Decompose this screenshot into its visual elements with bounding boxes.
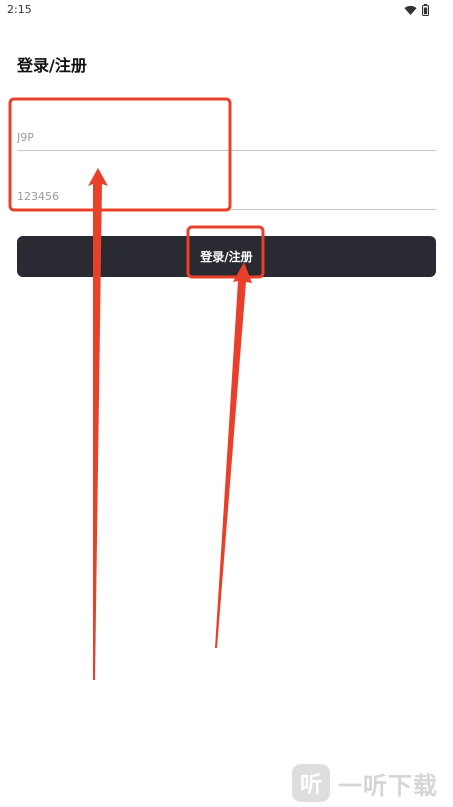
arrow-to-button <box>215 262 252 648</box>
watermark-logo: 听 <box>292 764 330 802</box>
login-register-button[interactable]: 登录/注册 <box>17 236 436 277</box>
password-input[interactable] <box>17 183 436 210</box>
page-title: 登录/注册 <box>17 56 87 75</box>
account-input[interactable] <box>17 124 436 151</box>
status-bar: 2:15 <box>0 0 453 22</box>
status-icons <box>404 4 429 16</box>
wifi-icon <box>404 5 417 15</box>
login-register-button-label: 登录/注册 <box>200 250 253 264</box>
watermark: 听 一听下载 <box>292 763 442 803</box>
watermark-text: 一听下载 <box>338 771 438 800</box>
annotation-overlay <box>8 97 265 680</box>
battery-icon <box>422 4 429 16</box>
status-time: 2:15 <box>7 3 32 16</box>
